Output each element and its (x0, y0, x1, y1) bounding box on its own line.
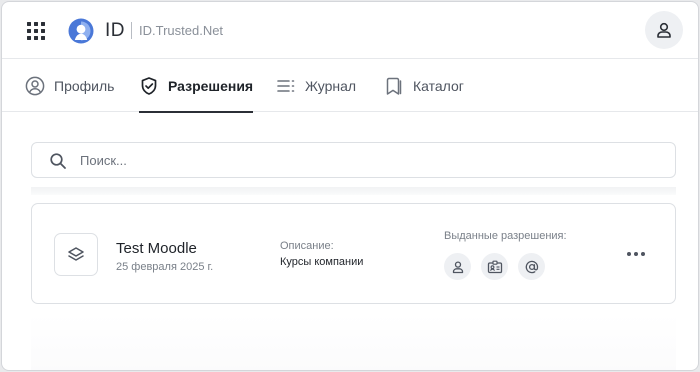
tab-catalog[interactable]: Каталог (384, 59, 464, 112)
brand-domain: ID.Trusted.Net (139, 23, 224, 38)
card-title: Test Moodle (116, 240, 197, 257)
search-icon (50, 153, 66, 169)
tab-permissions[interactable]: Разрешения (139, 59, 254, 113)
tab-catalog-label: Каталог (413, 77, 464, 94)
tab-journal[interactable]: Журнал (276, 59, 356, 112)
app-window: ID ID.Trusted.Net Профиль Разрешения Жур… (1, 1, 699, 371)
bookmark-icon (386, 77, 402, 95)
at-sign-icon (518, 253, 545, 280)
permission-icons (444, 253, 545, 280)
user-circle-icon (25, 76, 45, 95)
search-box (31, 142, 676, 178)
id-card-icon (481, 253, 508, 280)
empty-area (31, 314, 676, 370)
more-options-icon[interactable] (624, 245, 648, 263)
trusted-id-logo[interactable] (68, 18, 94, 44)
tab-permissions-label: Разрешения (168, 77, 254, 94)
search-input[interactable] (80, 143, 660, 177)
list-icon (277, 79, 295, 92)
brand-name: ID (105, 20, 125, 41)
user-icon (444, 253, 471, 280)
list-divider (31, 187, 676, 195)
user-icon (657, 22, 671, 38)
permissions-label: Выданные разрешения: (444, 230, 567, 242)
brand-divider (131, 22, 132, 39)
permission-card[interactable]: Test Moodle 25 февраля 2025 г. Описание:… (31, 203, 676, 304)
description-label: Описание: (280, 240, 334, 252)
tab-bar: Профиль Разрешения Журнал Каталог (2, 59, 698, 113)
top-bar: ID ID.Trusted.Net (2, 2, 698, 59)
description-value: Курсы компании (280, 256, 364, 268)
tab-journal-label: Журнал (305, 77, 357, 94)
apps-grid-icon[interactable] (25, 20, 47, 42)
tab-profile[interactable]: Профиль (25, 59, 114, 112)
profile-button[interactable] (645, 11, 683, 49)
shield-check-icon (141, 76, 157, 95)
app-layers-icon (54, 233, 98, 276)
card-date: 25 февраля 2025 г. (116, 261, 214, 273)
tab-profile-label: Профиль (54, 77, 115, 94)
